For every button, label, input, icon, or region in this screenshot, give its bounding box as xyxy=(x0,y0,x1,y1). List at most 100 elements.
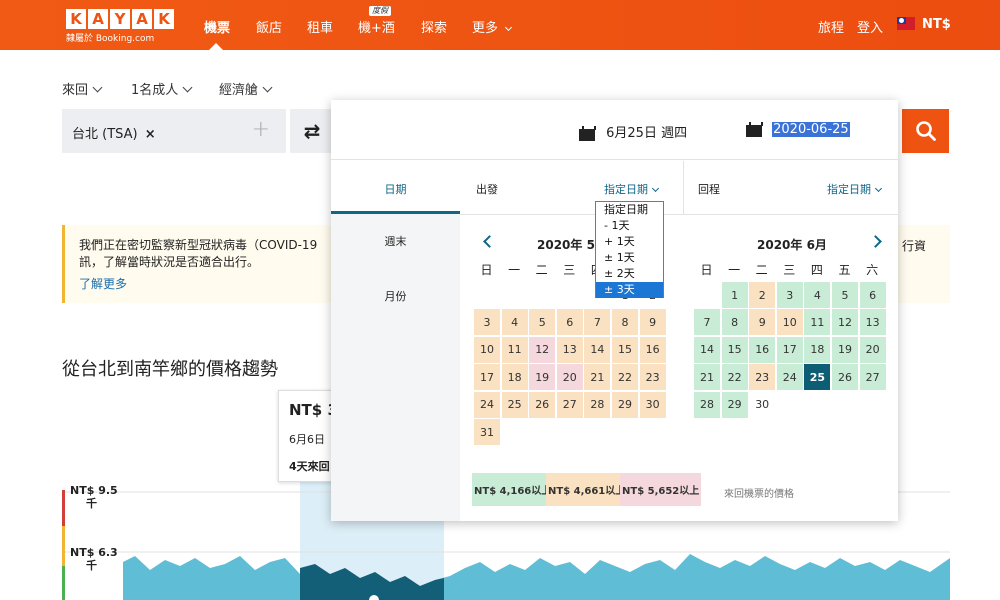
calendar-day[interactable]: 25 xyxy=(804,364,831,391)
next-month-arrow-icon[interactable] xyxy=(869,235,882,248)
learn-more-link[interactable]: 了解更多 xyxy=(79,275,127,292)
card-date: 6月6日 xyxy=(289,433,325,446)
origin-field[interactable]: 台北 (TSA) × + xyxy=(62,109,286,153)
calendar-day[interactable]: 7 xyxy=(584,309,611,336)
calendar-day[interactable]: 17 xyxy=(776,336,803,363)
calendar-day[interactable]: 26 xyxy=(529,391,556,418)
calendar-day[interactable]: 23 xyxy=(639,364,666,391)
flex-option[interactable]: - 1天 xyxy=(596,218,663,234)
calendar-day[interactable]: 6 xyxy=(556,309,583,336)
chevron-down-icon xyxy=(505,23,513,32)
calendar-day[interactable]: 9 xyxy=(749,309,776,336)
nav-packages[interactable]: 機+酒 xyxy=(358,17,395,36)
chevron-down-icon xyxy=(651,184,660,193)
return-date-input[interactable]: 2020-06-25 xyxy=(746,122,850,137)
calendar-day[interactable]: 7 xyxy=(694,309,720,336)
calendar-day[interactable]: 16 xyxy=(749,336,776,363)
calendar-day[interactable]: 15 xyxy=(612,336,638,363)
calendar-day[interactable]: 19 xyxy=(832,336,858,363)
calendar-day[interactable]: 4 xyxy=(804,282,831,308)
currency-selector[interactable]: NT$ xyxy=(922,17,951,32)
calendar-day[interactable]: 13 xyxy=(859,309,886,336)
travelers-dropdown[interactable]: 1名成人 xyxy=(131,79,193,98)
calendar-day[interactable]: 6 xyxy=(859,282,886,308)
calendar-day[interactable]: 27 xyxy=(556,391,583,418)
kayak-logo[interactable]: K A Y A K xyxy=(66,9,174,29)
cabin-dropdown[interactable]: 經濟艙 xyxy=(219,79,273,98)
tab-date[interactable]: 日期 xyxy=(331,161,460,214)
calendar-day[interactable]: 11 xyxy=(501,336,528,363)
calendar-day[interactable]: 29 xyxy=(612,391,638,418)
selected-point[interactable] xyxy=(367,593,381,600)
remove-origin-icon[interactable]: × xyxy=(145,127,156,142)
flex-option[interactable]: + 1天 xyxy=(596,234,663,250)
calendar-day[interactable]: 31 xyxy=(474,419,500,445)
legend-note: 來回機票的價格 xyxy=(724,489,794,500)
nav-more[interactable]: 更多 xyxy=(472,17,513,36)
nav-trips[interactable]: 旅程 xyxy=(818,17,844,36)
calendar-day[interactable]: 9 xyxy=(639,309,666,336)
calendar-day[interactable]: 2 xyxy=(749,282,776,308)
nav-flights[interactable]: 機票 xyxy=(204,17,230,36)
calendar-day[interactable]: 18 xyxy=(804,336,831,363)
calendar-day[interactable]: 21 xyxy=(584,364,611,391)
flex-option[interactable]: ± 2天 xyxy=(596,266,663,282)
taiwan-flag-icon[interactable] xyxy=(897,17,915,30)
calendar-day[interactable]: 23 xyxy=(749,364,776,391)
calendar-day[interactable]: 5 xyxy=(832,282,858,308)
calendar-day[interactable]: 8 xyxy=(612,309,638,336)
calendar-day[interactable]: 21 xyxy=(694,364,720,391)
calendar-day[interactable]: 25 xyxy=(501,391,528,418)
calendar-day[interactable]: 3 xyxy=(776,282,803,308)
calendar-day[interactable]: 5 xyxy=(529,309,556,336)
calendar-day[interactable]: 12 xyxy=(832,309,858,336)
nav-explore[interactable]: 探索 xyxy=(421,17,447,36)
nav-hotels[interactable]: 飯店 xyxy=(256,17,282,36)
return-flex-dropdown[interactable]: 指定日期 xyxy=(827,181,883,197)
calendar-day[interactable]: 15 xyxy=(721,336,748,363)
calendar-day[interactable]: 22 xyxy=(721,364,748,391)
calendar-day[interactable]: 19 xyxy=(529,364,556,391)
calendar-day[interactable]: 27 xyxy=(859,364,886,391)
search-button[interactable] xyxy=(902,109,949,153)
calendar-day[interactable]: 12 xyxy=(529,336,556,363)
weekday-label: 二 xyxy=(535,263,548,277)
add-origin-icon[interactable]: + xyxy=(252,117,270,142)
calendar-day[interactable]: 14 xyxy=(584,336,611,363)
calendar-day[interactable]: 20 xyxy=(859,336,886,363)
calendar-day[interactable]: 10 xyxy=(776,309,803,336)
calendar-day[interactable]: 14 xyxy=(694,336,720,363)
prev-month-arrow-icon[interactable] xyxy=(483,235,496,248)
calendar-day[interactable]: 30 xyxy=(639,391,666,418)
calendar-day[interactable]: 1 xyxy=(721,282,748,308)
nav-cars[interactable]: 租車 xyxy=(307,17,333,36)
depart-date-display[interactable]: 6月25日 週四 xyxy=(579,122,687,141)
calendar-day[interactable]: 8 xyxy=(721,309,748,336)
calendar-day[interactable]: 4 xyxy=(501,309,528,336)
calendar-day[interactable]: 17 xyxy=(474,364,500,391)
calendar-day[interactable]: 30 xyxy=(749,392,775,418)
calendar-day[interactable]: 16 xyxy=(639,336,666,363)
calendar-day[interactable]: 3 xyxy=(474,309,500,336)
calendar-day[interactable]: 18 xyxy=(501,364,528,391)
calendar-day[interactable]: 22 xyxy=(612,364,638,391)
swap-button[interactable]: ⇄ xyxy=(290,109,334,153)
flex-option[interactable]: 指定日期 xyxy=(596,202,663,218)
flex-option[interactable]: ± 3天 xyxy=(596,282,663,298)
calendar-day[interactable]: 24 xyxy=(776,364,803,391)
calendar-day[interactable]: 10 xyxy=(474,336,500,363)
trip-type-dropdown[interactable]: 來回 xyxy=(62,79,103,98)
tab-month[interactable]: 月份 xyxy=(331,288,460,304)
calendar-day[interactable]: 26 xyxy=(832,364,858,391)
tab-weekend[interactable]: 週末 xyxy=(331,233,460,249)
calendar-day[interactable]: 24 xyxy=(474,391,500,418)
calendar-day[interactable]: 13 xyxy=(556,336,583,363)
flex-option[interactable]: ± 1天 xyxy=(596,250,663,266)
calendar-day[interactable]: 20 xyxy=(556,364,583,391)
calendar-day[interactable]: 29 xyxy=(721,391,748,418)
calendar-day[interactable]: 11 xyxy=(804,309,831,336)
nav-sign-in[interactable]: 登入 xyxy=(857,17,883,36)
calendar-day[interactable]: 28 xyxy=(584,391,611,418)
depart-flex-dropdown[interactable]: 指定日期 xyxy=(604,181,660,197)
calendar-day[interactable]: 28 xyxy=(694,391,720,418)
